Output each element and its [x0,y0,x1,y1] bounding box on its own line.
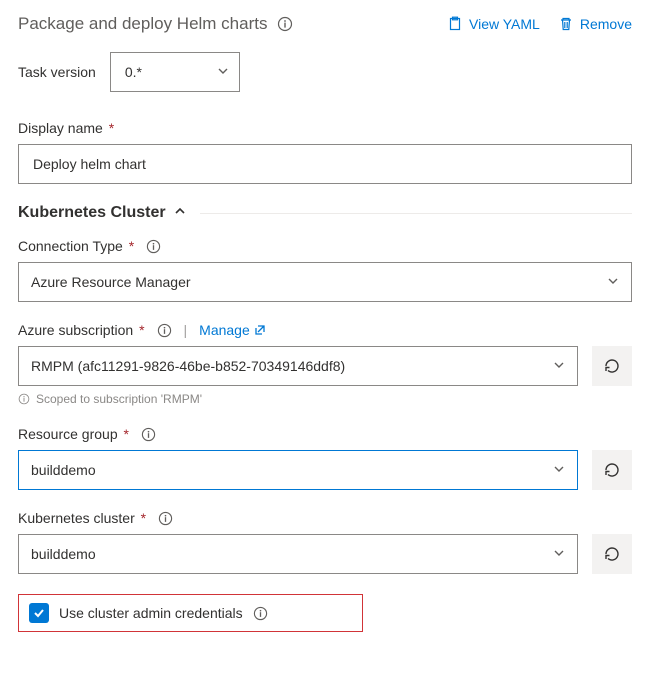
display-name-field: Display name * [18,120,632,184]
admin-credentials-checkbox[interactable] [29,603,49,623]
task-header: Package and deploy Helm charts View YAML… [18,14,632,34]
azure-subscription-field: Azure subscription * | Manage RMPM (afc1… [18,322,632,406]
kubernetes-cluster-value: builddemo [31,546,96,562]
connection-type-label: Connection Type * [18,238,134,254]
view-yaml-label: View YAML [469,16,540,32]
clipboard-icon [447,16,463,32]
azure-subscription-value: RMPM (afc11291-9826-46be-b852-70349146dd… [31,358,345,374]
refresh-icon [603,545,621,563]
scoped-note: Scoped to subscription 'RMPM' [18,392,632,406]
chevron-down-icon [217,64,229,80]
kubernetes-cluster-select[interactable]: builddemo [18,534,578,574]
external-link-icon [254,324,266,336]
chevron-down-icon [607,274,619,290]
resource-group-field: Resource group * builddemo [18,426,632,490]
trash-icon [558,16,574,32]
info-icon[interactable] [157,323,172,338]
remove-label: Remove [580,16,632,32]
chevron-down-icon [553,358,565,374]
refresh-button[interactable] [592,450,632,490]
refresh-button[interactable] [592,534,632,574]
display-name-input-wrap [18,144,632,184]
refresh-icon [603,357,621,375]
page-title: Package and deploy Helm charts [18,14,267,34]
info-icon[interactable] [141,427,156,442]
separator: | [184,322,188,338]
chevron-down-icon [553,462,565,478]
kubernetes-cluster-label: Kubernetes cluster * [18,510,146,526]
chevron-up-icon [174,204,186,222]
info-icon[interactable] [146,239,161,254]
manage-link[interactable]: Manage [199,322,266,338]
header-actions: View YAML Remove [447,16,632,32]
section-kubernetes-cluster[interactable]: Kubernetes Cluster [18,204,632,222]
info-icon [18,393,30,405]
connection-type-field: Connection Type * Azure Resource Manager [18,238,632,302]
remove-button[interactable]: Remove [558,16,632,32]
section-divider [200,213,632,214]
resource-group-select[interactable]: builddemo [18,450,578,490]
display-name-label: Display name * [18,120,114,136]
chevron-down-icon [553,546,565,562]
refresh-icon [603,461,621,479]
connection-type-select[interactable]: Azure Resource Manager [18,262,632,302]
resource-group-label: Resource group * [18,426,129,442]
manage-label: Manage [199,322,250,338]
admin-credentials-row: Use cluster admin credentials [18,594,363,632]
title-group: Package and deploy Helm charts [18,14,293,34]
azure-subscription-label: Azure subscription * [18,322,145,338]
task-version-value: 0.* [125,64,142,80]
view-yaml-button[interactable]: View YAML [447,16,540,32]
task-version-select[interactable]: 0.* [110,52,240,92]
info-icon[interactable] [277,16,293,32]
resource-group-value: builddemo [31,462,96,478]
scoped-note-text: Scoped to subscription 'RMPM' [36,392,202,406]
connection-type-value: Azure Resource Manager [31,274,191,290]
azure-subscription-select[interactable]: RMPM (afc11291-9826-46be-b852-70349146dd… [18,346,578,386]
refresh-button[interactable] [592,346,632,386]
task-version-label: Task version [18,64,96,80]
task-version-row: Task version 0.* [18,52,632,92]
admin-credentials-label: Use cluster admin credentials [59,605,243,621]
info-icon[interactable] [158,511,173,526]
check-icon [32,606,46,620]
display-name-input[interactable] [31,145,619,183]
kubernetes-cluster-field: Kubernetes cluster * builddemo [18,510,632,574]
info-icon[interactable] [253,606,268,621]
section-title: Kubernetes Cluster [18,204,166,222]
